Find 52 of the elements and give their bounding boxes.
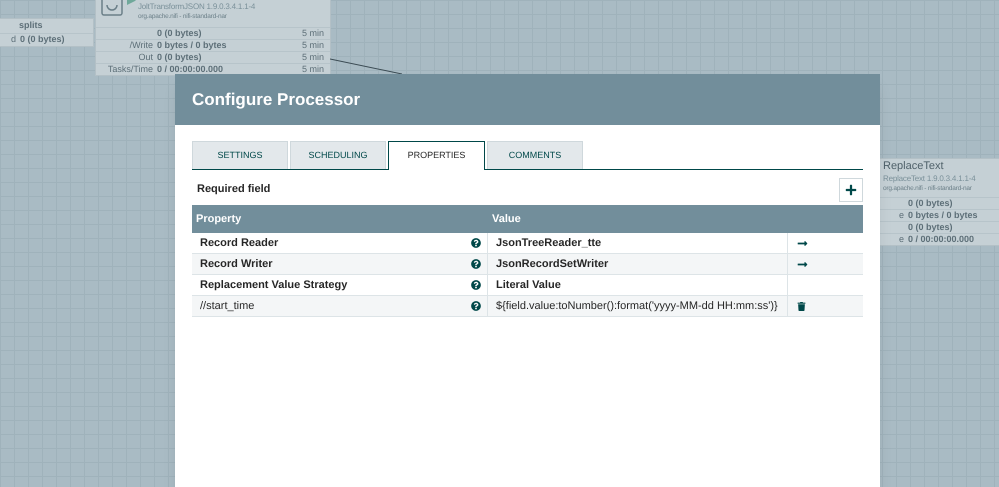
queued-value: 0 (0 bytes): [20, 33, 65, 46]
table-row[interactable]: Replacement Value Strategy Literal Value: [192, 275, 863, 296]
processor-name: ReplaceText: [883, 160, 944, 173]
delete-icon[interactable]: [797, 302, 806, 310]
connection-name: splits: [19, 19, 43, 32]
stat-value: 0 (0 bytes): [157, 50, 202, 64]
property-name: //start_time: [200, 298, 254, 314]
stat-value: 0 / 00:00:00.000: [157, 62, 224, 76]
add-property-button[interactable]: [839, 178, 863, 202]
queued-label: d: [11, 33, 16, 46]
connection-line: [330, 58, 402, 75]
tab[interactable]: PROPERTIES: [388, 141, 485, 170]
stat-time: 5 min: [302, 26, 324, 40]
help-icon[interactable]: [471, 259, 481, 269]
stat-label: e: [898, 208, 905, 222]
stat-label: /Write: [128, 38, 154, 52]
stat-time: 5 min: [302, 50, 324, 64]
table-row[interactable]: Record Reader JsonTreeReader_tte: [192, 233, 863, 254]
required-note: Required field: [196, 182, 270, 198]
processor-icon: [101, 0, 123, 16]
column-header: Property: [195, 212, 242, 226]
stat-value: 0 bytes / 0 bytes: [157, 38, 227, 52]
column-header: Value: [491, 212, 521, 226]
help-icon[interactable]: [471, 301, 481, 311]
property-name: Replacement Value Strategy: [200, 278, 348, 293]
stat-label: e: [898, 232, 905, 246]
property-value: ${field.value:toNumber():format('yyyy-MM-dd HH:mm:ss')}: [496, 298, 778, 314]
tab[interactable]: COMMENTS: [487, 141, 583, 169]
tab[interactable]: SETTINGS: [192, 141, 288, 169]
help-icon[interactable]: [471, 238, 481, 248]
table-row[interactable]: //start_time ${field.value:toNumber():format('yyyy-MM-dd HH:mm:ss')}: [192, 296, 863, 317]
stat-label: Tasks/Time: [106, 62, 154, 76]
plus-icon: [845, 184, 857, 196]
property-value: Literal Value: [496, 278, 561, 293]
processor-type: ReplaceText 1.9.0.3.4.1.1-4: [883, 173, 976, 184]
property-value: JsonTreeReader_tte: [496, 236, 602, 251]
dialog-title: Configure Processor: [192, 88, 360, 111]
stat-value: 0 (0 bytes): [157, 26, 202, 40]
stat-value: 0 (0 bytes): [908, 196, 953, 210]
property-value: JsonRecordSetWriter: [496, 256, 608, 272]
tab[interactable]: SCHEDULING: [290, 141, 386, 169]
stat-time: 5 min: [302, 38, 324, 52]
table-row[interactable]: Record Writer JsonRecordSetWriter: [192, 254, 863, 275]
stat-value: 0 / 00:00:00.000: [908, 232, 974, 246]
help-icon[interactable]: [471, 280, 481, 290]
property-name: Record Writer: [200, 256, 273, 272]
property-name: Record Reader: [200, 236, 278, 251]
processor-type: JoltTransformJSON 1.9.0.3.4.1.1-4: [138, 1, 256, 12]
stat-label: Out: [137, 50, 154, 64]
stat-value: 0 (0 bytes): [908, 220, 953, 234]
stat-value: 0 bytes / 0 bytes: [908, 208, 978, 222]
stat-time: 5 min: [302, 62, 324, 76]
